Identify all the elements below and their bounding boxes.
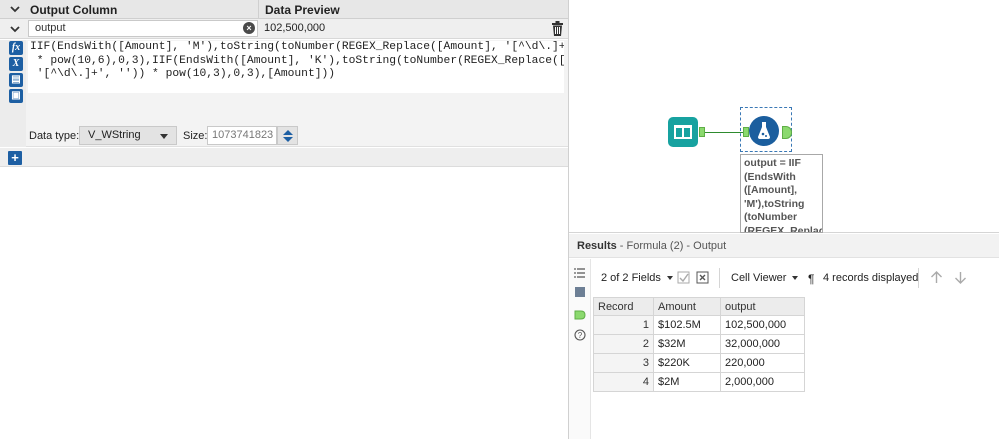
- fields-selector[interactable]: 2 of 2 Fields: [601, 272, 673, 284]
- output-column-input[interactable]: output: [28, 20, 258, 37]
- results-header: Results - Formula (2) - Output: [569, 234, 999, 258]
- size-input[interactable]: 1073741823: [207, 126, 277, 145]
- output-cell[interactable]: 32,000,000: [720, 334, 805, 354]
- data-type-select[interactable]: V_WString: [79, 126, 177, 145]
- table-row[interactable]: 3 $220K 220,000: [593, 353, 805, 373]
- table-icon[interactable]: [574, 286, 586, 298]
- column-header-record[interactable]: Record: [593, 297, 654, 316]
- record-cell[interactable]: 3: [593, 353, 654, 373]
- deselect-icon[interactable]: [696, 271, 709, 284]
- results-table: Record Amount output 1 $102.5M 102,500,0…: [593, 297, 805, 392]
- workflow-canvas[interactable]: output = IIF (EndsWith ([Amount], 'M'),t…: [569, 0, 999, 233]
- checkbox-icon[interactable]: [677, 271, 690, 284]
- add-formula-row: +: [0, 148, 568, 167]
- chevron-down-icon[interactable]: [9, 23, 21, 35]
- book-spine: [682, 125, 684, 139]
- arrow-down-icon[interactable]: [283, 137, 293, 142]
- chevron-down-icon: [666, 276, 673, 281]
- arrow-down-icon[interactable]: [954, 271, 967, 284]
- toolbar-divider: [918, 268, 919, 288]
- list-icon[interactable]: [574, 267, 586, 279]
- record-cell[interactable]: 4: [593, 372, 654, 392]
- cell-viewer-selector[interactable]: Cell Viewer: [731, 272, 799, 284]
- size-label: Size:: [183, 130, 208, 142]
- svg-text:?: ?: [578, 331, 583, 340]
- cell-viewer-label: Cell Viewer: [731, 272, 787, 284]
- tool-annotation: output = IIF (EndsWith ([Amount], 'M'),t…: [740, 154, 823, 233]
- output-cell[interactable]: 220,000: [720, 353, 805, 373]
- formula-row: output × 102,500,000: [0, 19, 568, 39]
- expression-line: '[^\d\.]+', '')) * pow(10,3),0,3),[Amoun…: [30, 68, 336, 80]
- output-cell[interactable]: 102,500,000: [720, 315, 805, 335]
- arrow-up-icon[interactable]: [283, 130, 293, 135]
- expression-line: * pow(10,6),0,3),IIF(EndsWith([Amount], …: [30, 54, 564, 67]
- add-formula-button[interactable]: +: [8, 151, 22, 165]
- amount-cell[interactable]: $220K: [653, 353, 721, 373]
- variable-icon[interactable]: X: [9, 57, 23, 71]
- column-header-amount[interactable]: Amount: [653, 297, 721, 316]
- records-count: 4 records displayed: [823, 272, 919, 284]
- amount-cell[interactable]: $32M: [653, 334, 721, 354]
- table-row[interactable]: 2 $32M 32,000,000: [593, 334, 805, 354]
- results-toolbar: 2 of 2 Fields Cell Viewer ¶ 4 records di…: [591, 259, 999, 295]
- data-type-value: V_WString: [88, 129, 141, 141]
- results-subtitle: - Formula (2) - Output: [616, 240, 727, 252]
- amount-cell[interactable]: $2M: [653, 372, 721, 392]
- save-icon[interactable]: ▣: [9, 89, 23, 103]
- expression-input[interactable]: IIF(EndsWith([Amount], 'M'),toString(toN…: [28, 41, 564, 93]
- record-cell[interactable]: 1: [593, 315, 654, 335]
- input-data-tool[interactable]: [668, 117, 698, 147]
- formula-header: Output Column Data Preview: [0, 0, 568, 19]
- output-anchor-icon[interactable]: [574, 309, 586, 321]
- column-header-output[interactable]: output: [720, 297, 805, 316]
- expression-line: IIF(EndsWith([Amount], 'M'),toString(toN…: [30, 41, 564, 53]
- chevron-down-icon: [160, 134, 168, 139]
- saved-expression-icon[interactable]: ▤: [9, 73, 23, 87]
- results-side-toolbar: ?: [569, 259, 591, 439]
- toolbar-divider: [719, 268, 720, 288]
- data-type-bar: Data type: V_WString Size: 1073741823: [0, 126, 568, 146]
- flask-icon: [758, 122, 770, 139]
- fx-icon[interactable]: fx: [9, 41, 23, 55]
- chevron-down-icon[interactable]: [9, 3, 21, 15]
- data-type-label: Data type:: [29, 130, 80, 142]
- formula-config-panel: Output Column Data Preview output × 102,…: [0, 0, 568, 439]
- table-header-row: Record Amount output: [593, 297, 805, 316]
- results-pane: ? 2 of 2 Fields Cell Viewer ¶ 4 records …: [569, 259, 999, 439]
- arrow-up-icon[interactable]: [930, 271, 943, 284]
- fields-label: 2 of 2 Fields: [601, 272, 661, 284]
- formula-tool[interactable]: [749, 116, 779, 146]
- chevron-down-icon: [792, 276, 799, 281]
- results-title: Results: [577, 240, 617, 252]
- help-icon[interactable]: ?: [574, 329, 586, 341]
- trash-icon[interactable]: [551, 21, 564, 36]
- clear-icon[interactable]: ×: [243, 22, 255, 34]
- size-stepper[interactable]: [277, 126, 298, 145]
- app-window: Output Column Data Preview output × 102,…: [0, 0, 999, 439]
- table-row[interactable]: 4 $2M 2,000,000: [593, 372, 805, 392]
- table-row[interactable]: 1 $102.5M 102,500,000: [593, 315, 805, 335]
- output-cell[interactable]: 2,000,000: [720, 372, 805, 392]
- data-preview-header: Data Preview: [265, 3, 340, 17]
- pilcrow-icon[interactable]: ¶: [808, 272, 814, 286]
- amount-cell[interactable]: $102.5M: [653, 315, 721, 335]
- data-preview-value: 102,500,000: [264, 22, 326, 34]
- connection-line[interactable]: [705, 132, 743, 133]
- header-divider: [258, 0, 259, 19]
- designer-right-pane: output = IIF (EndsWith ([Amount], 'M'),t…: [568, 0, 999, 439]
- record-cell[interactable]: 2: [593, 334, 654, 354]
- output-column-header: Output Column: [30, 3, 118, 17]
